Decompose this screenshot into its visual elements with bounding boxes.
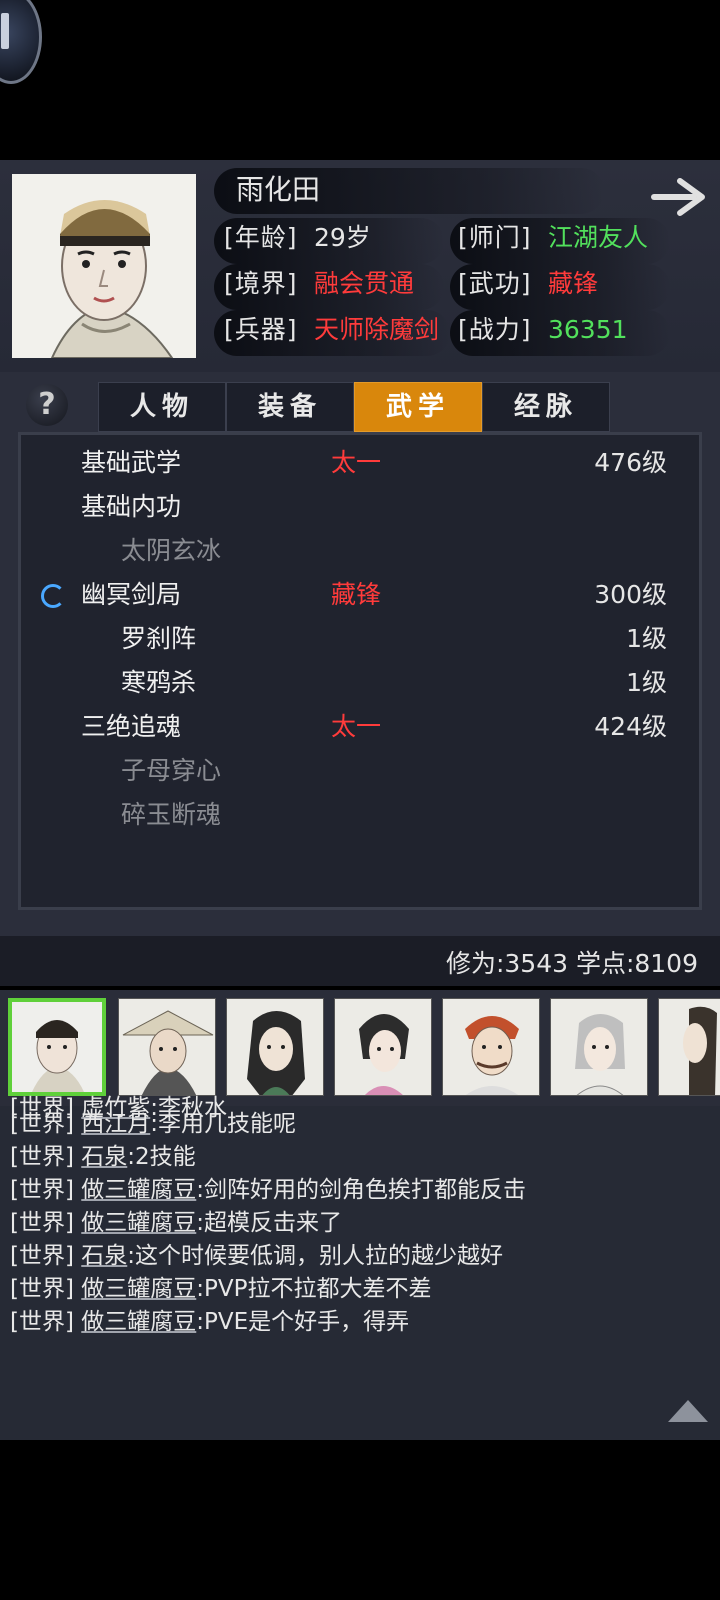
chat-username[interactable]: 做三罐腐豆 bbox=[81, 1309, 196, 1335]
skill-row[interactable]: 子母穿心 bbox=[21, 749, 705, 793]
chat-username[interactable]: 做三罐腐豆 bbox=[81, 1276, 196, 1302]
character-profile-header: 雨化田 [年龄] 29岁 [师门] 江湖友人 [境界] 融会贯通 [武功] 藏锋… bbox=[0, 160, 720, 372]
tab-equipment[interactable]: 装备 bbox=[226, 382, 354, 432]
realm-value: 融会贯通 bbox=[314, 269, 415, 298]
chat-username[interactable]: 做三罐腐豆 bbox=[81, 1177, 196, 1203]
chat-text: :2技能 bbox=[127, 1144, 196, 1170]
chat-text: :PVP拉不拉都大差不差 bbox=[196, 1276, 432, 1302]
realm-label: [境界] bbox=[224, 269, 298, 298]
tab-meridians[interactable]: 经脉 bbox=[482, 382, 610, 432]
loading-spinner-icon bbox=[41, 584, 65, 608]
skill-row[interactable]: 寒鸦杀 1级 bbox=[21, 661, 705, 705]
skill-name: 罗刹阵 bbox=[121, 624, 197, 653]
portrait-card-selected[interactable] bbox=[8, 998, 106, 1096]
power-label: [战力] bbox=[458, 315, 532, 344]
portrait-card[interactable] bbox=[658, 998, 720, 1096]
chat-username[interactable]: 做三罐腐豆 bbox=[81, 1210, 196, 1236]
age-label: [年龄] bbox=[224, 223, 298, 252]
skill-row[interactable]: 碎玉断魂 bbox=[21, 793, 705, 837]
chat-text: :剑阵好用的剑角色挨打都能反击 bbox=[196, 1177, 527, 1203]
chat-channel: [世界] bbox=[10, 1111, 74, 1137]
power-value: 36351 bbox=[548, 315, 628, 344]
chat-username[interactable]: 石泉 bbox=[81, 1243, 127, 1269]
skill-name: 太阴玄冰 bbox=[121, 536, 222, 565]
chat-message: [世界] 石泉:这个时候要低调，别人拉的越少越好 bbox=[10, 1240, 503, 1273]
skill-list-panel: 基础武学 太一 476级 基础内功 太阴玄冰 幽冥剑局 藏锋 300级 罗刹阵 … bbox=[18, 432, 702, 910]
chat-message: [世界] 做三罐腐豆:剑阵好用的剑角色挨打都能反击 bbox=[10, 1174, 526, 1207]
skill-name: 三绝追魂 bbox=[81, 712, 182, 741]
skill-style: 太一 bbox=[331, 448, 382, 477]
chat-message: [世界] 石泉:2技能 bbox=[10, 1141, 196, 1174]
skill-style: 太一 bbox=[331, 712, 382, 741]
skill-name: 子母穿心 bbox=[121, 756, 222, 785]
character-name: 雨化田 bbox=[236, 173, 321, 206]
martial-arts-section: ? 人物 装备 武学 经脉 基础武学 太一 476级 基础内功 太阴玄冰 幽冥剑… bbox=[0, 372, 720, 936]
skill-level: 1级 bbox=[626, 624, 667, 653]
skill-level: 424级 bbox=[594, 712, 667, 741]
chat-message: [世界] 西江月:李用几技能呢 bbox=[10, 1108, 296, 1141]
menu-badge-icon[interactable] bbox=[0, 0, 42, 84]
portrait-card[interactable] bbox=[226, 998, 324, 1096]
character-portrait bbox=[12, 174, 196, 359]
chat-text: :PVE是个好手，得弄 bbox=[196, 1309, 410, 1335]
skill-row[interactable]: 三绝追魂 太一 424级 bbox=[21, 705, 705, 749]
tab-character[interactable]: 人物 bbox=[98, 382, 226, 432]
skill-style: 藏锋 bbox=[331, 580, 382, 609]
age-value: 29岁 bbox=[314, 223, 371, 252]
chat-text: :李用几技能呢 bbox=[150, 1111, 297, 1137]
chat-username[interactable]: 石泉 bbox=[81, 1144, 127, 1170]
weapon-label: [兵器] bbox=[224, 315, 298, 344]
next-character-arrow-icon[interactable] bbox=[650, 174, 710, 220]
skill-row[interactable]: 基础内功 bbox=[21, 485, 705, 529]
chat-channel: [世界] bbox=[10, 1309, 74, 1335]
skill-row[interactable]: 基础武学 太一 476级 bbox=[21, 441, 705, 485]
sect-value: 江湖友人 bbox=[548, 223, 649, 252]
chat-channel: [世界] bbox=[10, 1210, 74, 1236]
martial-value: 藏锋 bbox=[548, 269, 599, 298]
skill-level: 476级 bbox=[594, 448, 667, 477]
chat-username[interactable]: 西江月 bbox=[81, 1111, 150, 1137]
chat-channel: [世界] bbox=[10, 1276, 74, 1302]
portrait-card[interactable] bbox=[334, 998, 432, 1096]
portrait-card[interactable] bbox=[442, 998, 540, 1096]
chat-message: [世界] 做三罐腐豆:超模反击来了 bbox=[10, 1207, 342, 1240]
chat-text: :这个时候要低调，别人拉的越少越好 bbox=[127, 1243, 504, 1269]
companion-portrait-strip bbox=[0, 990, 720, 1106]
skill-name: 幽冥剑局 bbox=[81, 580, 182, 609]
chat-channel: [世界] bbox=[10, 1144, 74, 1170]
cultivation-points-text: 修为:3543 学点:8109 bbox=[445, 949, 698, 978]
chat-message: [世界] 做三罐腐豆:PVP拉不拉都大差不差 bbox=[10, 1273, 432, 1306]
skill-level: 1级 bbox=[626, 668, 667, 697]
chat-message: [世界] 做三罐腐豆:PVE是个好手，得弄 bbox=[10, 1306, 409, 1339]
skill-name: 寒鸦杀 bbox=[121, 668, 197, 697]
skill-name: 碎玉断魂 bbox=[121, 800, 222, 829]
expand-up-triangle-icon[interactable] bbox=[666, 1398, 710, 1424]
skill-level: 300级 bbox=[594, 580, 667, 609]
tab-martial-arts[interactable]: 武学 bbox=[354, 382, 482, 432]
portrait-card[interactable] bbox=[550, 998, 648, 1096]
skill-row[interactable]: 太阴玄冰 bbox=[21, 529, 705, 573]
cultivation-stats-bar: 修为:3543 学点:8109 bbox=[0, 936, 720, 986]
skill-row-active[interactable]: 幽冥剑局 藏锋 300级 bbox=[21, 573, 705, 617]
chat-channel: [世界] bbox=[10, 1243, 74, 1269]
portrait-card[interactable] bbox=[118, 998, 216, 1096]
chat-text: :超模反击来了 bbox=[196, 1210, 343, 1236]
chat-channel: [世界] bbox=[10, 1177, 74, 1203]
skill-row[interactable]: 罗刹阵 1级 bbox=[21, 617, 705, 661]
martial-label: [武功] bbox=[458, 269, 532, 298]
weapon-value: 天师除魔剑 bbox=[314, 315, 440, 344]
skill-name: 基础内功 bbox=[81, 492, 182, 521]
help-icon[interactable]: ? bbox=[26, 384, 68, 426]
sect-label: [师门] bbox=[458, 223, 532, 252]
skill-name: 基础武学 bbox=[81, 448, 182, 477]
world-chat-panel[interactable]: [世界] 虚竹紫:李秋水 [世界] 西江月:李用几技能呢 [世界] 石泉:2技能… bbox=[0, 1095, 720, 1440]
